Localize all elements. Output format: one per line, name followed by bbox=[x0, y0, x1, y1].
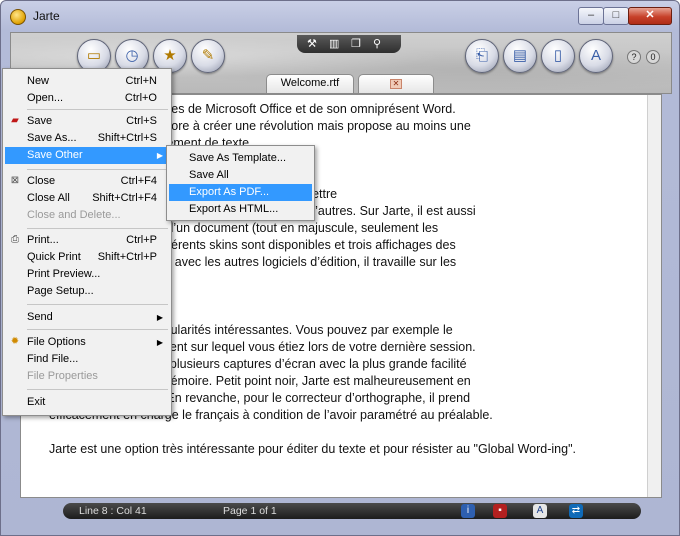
menu-item-close[interactable]: ⊠ Close Ctrl+F4 bbox=[5, 173, 169, 190]
quick-tools-bar: ⚒ ▥ ❐ ⚲ bbox=[297, 35, 401, 53]
menu-item-label: Close and Delete... bbox=[27, 209, 121, 221]
menu-item-save[interactable]: ▰ Save Ctrl+S bbox=[5, 113, 169, 130]
submenu-arrow-icon: ▶ bbox=[156, 313, 163, 322]
menu-item-close-all[interactable]: Close All Shift+Ctrl+F4 bbox=[5, 190, 169, 207]
window-title: Jarte bbox=[33, 9, 60, 23]
menu-item-print[interactable]: ⎙ Print... Ctrl+P bbox=[5, 232, 169, 249]
menu-separator bbox=[27, 329, 168, 330]
menu-separator bbox=[27, 389, 168, 390]
font-icon[interactable]: A bbox=[579, 39, 613, 73]
menu-item-shortcut: Shift+Ctrl+F4 bbox=[92, 192, 157, 204]
submenu-item-label: Save All bbox=[189, 169, 229, 181]
menu-item-label: Open... bbox=[27, 92, 64, 104]
menu-item-open[interactable]: Open... Ctrl+O bbox=[5, 90, 169, 107]
wrap-icon[interactable]: ⇄ bbox=[569, 504, 583, 518]
maximize-button[interactable]: □ bbox=[603, 7, 629, 25]
menu-item-label: Print Preview... bbox=[27, 268, 101, 280]
submenu-arrow-icon: ▶ bbox=[156, 338, 163, 347]
menu-item-quick-print[interactable]: Quick Print Shift+Ctrl+P bbox=[5, 249, 169, 266]
tab-welcome[interactable]: Welcome.rtf bbox=[266, 74, 354, 93]
chart-icon[interactable]: ▥ bbox=[329, 38, 339, 50]
status-bar: Line 8 : Col 41 Page 1 of 1 i ▪ A ⇄ bbox=[63, 503, 641, 519]
menu-item-label: Find File... bbox=[27, 353, 79, 365]
menu-item-shortcut: Shift+Ctrl+P bbox=[97, 251, 157, 263]
search-icon[interactable]: ⚲ bbox=[373, 38, 381, 50]
menu-item-exit[interactable]: Exit bbox=[5, 394, 169, 411]
menu-item-label: File Options bbox=[27, 336, 86, 348]
page-info-icon[interactable]: ⎗ bbox=[465, 39, 499, 73]
close-window-button[interactable]: ✕ bbox=[628, 7, 672, 25]
tab-untitled[interactable]: ✕ bbox=[358, 74, 434, 93]
close-doc-icon: ⊠ bbox=[10, 175, 20, 186]
submenu-item-label: Save As Template... bbox=[189, 152, 287, 164]
minimize-button[interactable]: – bbox=[578, 7, 604, 25]
menu-item-label: Close All bbox=[27, 192, 70, 204]
edit-icon[interactable]: ✎ bbox=[191, 39, 225, 73]
printer-icon: ⎙ bbox=[11, 234, 19, 245]
document-icon[interactable]: ▤ bbox=[503, 39, 537, 73]
text-format-icon[interactable]: A bbox=[533, 504, 547, 518]
save-status-icon[interactable]: ▪ bbox=[493, 504, 507, 518]
save-other-submenu: Save As Template... Save All Export As PDF… bbox=[166, 145, 315, 221]
menu-item-label: Print... bbox=[27, 234, 59, 246]
close-doc-small-icon[interactable]: 0 bbox=[646, 50, 660, 64]
menu-separator bbox=[27, 109, 168, 110]
file-menu: New Ctrl+N Open... Ctrl+O ▰ Save Ctrl+S Save As… bbox=[2, 68, 172, 416]
submenu-item-export-as-html[interactable]: Export As HTML... bbox=[169, 201, 312, 218]
menu-item-shortcut: Ctrl+F4 bbox=[120, 175, 157, 187]
menu-item-label: Save bbox=[27, 115, 53, 127]
title-bar[interactable]: Jarte – □ ✕ bbox=[1, 1, 679, 31]
submenu-item-save-all[interactable]: Save All bbox=[169, 167, 312, 184]
submenu-arrow-icon: ▶ bbox=[156, 151, 163, 160]
save-icon: ▰ bbox=[11, 115, 19, 126]
menu-item-send[interactable]: Send ▶ bbox=[5, 309, 169, 326]
menu-item-label: New bbox=[27, 75, 50, 87]
menu-item-shortcut: Ctrl+N bbox=[125, 75, 157, 87]
menu-item-shortcut: Ctrl+O bbox=[124, 92, 157, 104]
menu-item-shortcut: Ctrl+P bbox=[126, 234, 157, 246]
menu-item-save-other[interactable]: Save Other ▶ bbox=[5, 147, 169, 164]
menu-item-file-properties: File Properties bbox=[5, 368, 169, 385]
menu-item-save-as[interactable]: Save As... Shift+Ctrl+S bbox=[5, 130, 169, 147]
menu-item-shortcut: Shift+Ctrl+S bbox=[97, 132, 157, 144]
info-icon[interactable]: i bbox=[461, 504, 475, 518]
menu-separator bbox=[27, 228, 168, 229]
submenu-item-save-as-template[interactable]: Save As Template... bbox=[169, 150, 312, 167]
jarte-app-icon[interactable] bbox=[10, 9, 26, 25]
copy-icon[interactable]: ❐ bbox=[351, 38, 361, 50]
menu-item-file-options[interactable]: ✹ File Options ▶ bbox=[5, 334, 169, 351]
cursor-position: Line 8 : Col 41 bbox=[79, 505, 147, 517]
menu-item-label: Send bbox=[27, 311, 53, 323]
menu-item-label: Quick Print bbox=[27, 251, 81, 263]
tab-close-icon[interactable]: ✕ bbox=[390, 79, 402, 89]
menu-item-shortcut: Ctrl+S bbox=[126, 115, 157, 127]
menu-item-label: Exit bbox=[27, 396, 46, 408]
submenu-item-export-as-pdf[interactable]: Export As PDF... bbox=[169, 184, 312, 201]
menu-item-new[interactable]: New Ctrl+N bbox=[5, 73, 169, 90]
menu-item-print-preview[interactable]: Print Preview... bbox=[5, 266, 169, 283]
document-line: Jarte est une option très intéressante p… bbox=[49, 442, 576, 456]
menu-item-label: Close bbox=[27, 175, 56, 187]
submenu-item-label: Export As HTML... bbox=[189, 203, 279, 215]
menu-item-close-and-delete: Close and Delete... bbox=[5, 207, 169, 224]
menu-item-find-file[interactable]: Find File... bbox=[5, 351, 169, 368]
menu-separator bbox=[27, 169, 168, 170]
menu-item-label: Save As... bbox=[27, 132, 77, 144]
menu-item-label: File Properties bbox=[27, 370, 98, 382]
tools-icon[interactable]: ⚒ bbox=[307, 38, 317, 50]
gear-icon: ✹ bbox=[10, 336, 20, 347]
submenu-item-label: Export As PDF... bbox=[189, 186, 270, 198]
menu-separator bbox=[27, 304, 168, 305]
menu-item-page-setup[interactable]: Page Setup... bbox=[5, 283, 169, 300]
page-indicator: Page 1 of 1 bbox=[223, 505, 277, 517]
menu-item-label: Page Setup... bbox=[27, 285, 94, 297]
document-line bbox=[49, 424, 617, 441]
book-icon[interactable]: ▯ bbox=[541, 39, 575, 73]
help-icon[interactable]: ? bbox=[627, 50, 641, 64]
menu-item-label: Save Other bbox=[27, 149, 83, 161]
vertical-scrollbar[interactable] bbox=[647, 95, 661, 497]
